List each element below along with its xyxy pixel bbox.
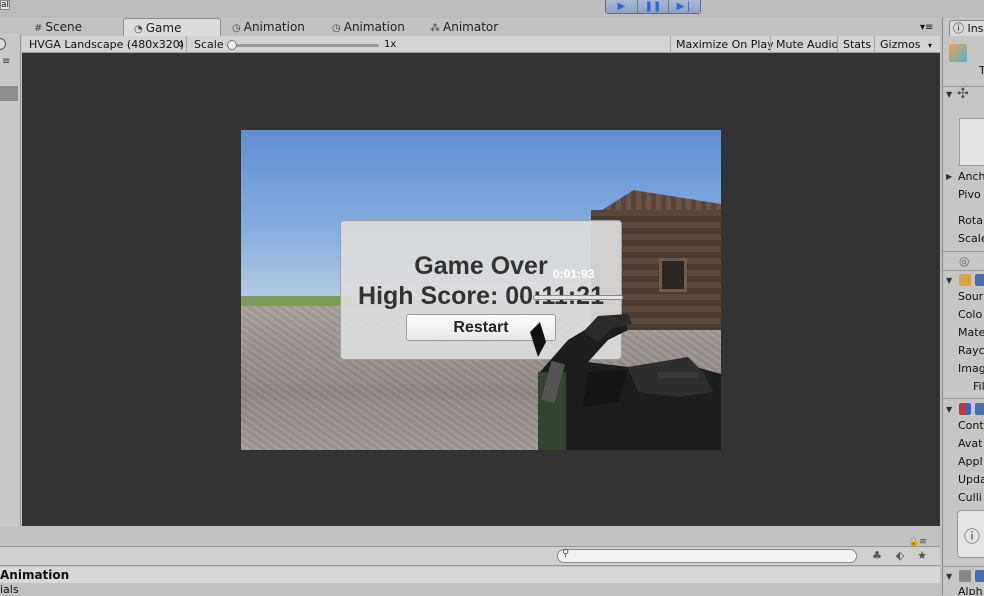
scale-value: 1x	[384, 39, 397, 50]
tab-menu-icon[interactable]: ▾≡	[920, 22, 933, 33]
image-type-label: Imag	[958, 362, 984, 375]
hierarchy-selected-row[interactable]	[0, 86, 18, 101]
image-component-icon	[959, 274, 971, 286]
filter-type-icon[interactable]: ♣	[868, 549, 886, 563]
tab-game[interactable]: ◔ Game	[123, 18, 221, 36]
aspect-dropdown[interactable]: HVGA Landscape (480x320) ⇕	[29, 36, 187, 53]
raycast-target-label: Rayc	[958, 344, 984, 357]
material-label: Mate	[958, 326, 984, 339]
inspector-panel: ⓘ Ins T ▼ ✣ ▶ Anch Pivo Rota Scale ◎ ▼ S…	[942, 18, 984, 595]
apply-root-motion-label: Appl	[958, 455, 983, 468]
machine-gun-model	[530, 314, 721, 450]
scale-slider-handle[interactable]	[227, 40, 237, 50]
enable-checkbox[interactable]	[975, 403, 984, 415]
object-name-field[interactable]: T	[979, 64, 984, 77]
label-icon[interactable]: ⬖	[891, 549, 909, 563]
animation-folder-title: Animation	[0, 567, 940, 583]
play-icon[interactable]: ▶	[606, 0, 638, 13]
gizmos-button[interactable]: Gizmos ▾	[874, 36, 937, 53]
tab-label: Animator	[443, 20, 499, 34]
folder-item[interactable]: ials	[0, 584, 19, 596]
search-input[interactable]	[557, 549, 857, 563]
source-image-label: Sour	[958, 290, 984, 303]
pause-icon[interactable]: ❚❚	[637, 0, 670, 13]
foldout-arrow-icon[interactable]: ▼	[946, 276, 952, 285]
stats-button[interactable]: Stats	[837, 36, 876, 53]
update-mode-label: Upda	[958, 473, 984, 486]
game-icon: ◔	[134, 24, 143, 35]
controller-label: Cont	[958, 419, 984, 432]
alpha-label: Alph	[958, 585, 983, 595]
foldout-arrow-icon[interactable]: ▼	[946, 405, 952, 414]
play-controls: ▶ ❚❚ ▶❘	[605, 0, 701, 14]
clock-icon: ◷	[232, 23, 241, 34]
tab-scene[interactable]: # Scene	[24, 18, 120, 36]
search-icon: ⚲	[562, 548, 570, 559]
scale-label: Scale	[194, 38, 224, 51]
mute-audio-button[interactable]: Mute Audio	[770, 36, 843, 53]
panel-menu-icon[interactable]: ≡	[2, 56, 10, 67]
hierarchy-panel-edge	[0, 34, 21, 526]
culling-mode-label: Culli	[958, 491, 982, 504]
favorite-star-icon[interactable]: ★	[913, 549, 931, 563]
rect-transform-icon: ✣	[957, 86, 969, 102]
layout-dropdown[interactable]: al	[0, 0, 10, 10]
tab-animation-2[interactable]: ◷ Animation	[322, 18, 422, 36]
rotation-label: Rota	[958, 214, 983, 227]
view-tabs: # Scene ◔ Game ◷ Animation ◷ Animation ⁂ Anim…	[22, 18, 940, 36]
animator-component-icon	[959, 403, 971, 415]
pivot-label: Pivo	[958, 188, 981, 201]
top-toolbar	[0, 0, 984, 18]
animator-icon: ⁂	[430, 23, 440, 34]
scale-slider[interactable]	[229, 44, 379, 47]
color-label: Colo	[958, 308, 983, 321]
scene-grid-icon: #	[34, 23, 43, 34]
enable-checkbox[interactable]	[975, 570, 984, 582]
aspect-label: HVGA Landscape (480x320)	[29, 38, 185, 51]
tab-label: Game	[145, 21, 182, 35]
avatar-label: Avat	[958, 437, 983, 450]
clock-icon: ◷	[332, 23, 341, 34]
anchor-presets-box[interactable]	[959, 118, 984, 166]
fill-center-label: Fil	[973, 380, 984, 393]
dropdown-arrows-icon: ⇕	[177, 40, 184, 49]
tab-animator[interactable]: ⁂ Animator	[420, 18, 520, 36]
enable-checkbox[interactable]	[975, 274, 984, 286]
step-icon[interactable]: ▶❘	[669, 0, 701, 13]
gizmos-label: Gizmos	[880, 38, 921, 51]
tab-label: Ins	[967, 22, 984, 35]
foldout-arrow-icon[interactable]: ▼	[946, 572, 952, 581]
foldout-arrow-icon[interactable]: ▶	[946, 172, 952, 181]
tab-animation[interactable]: ◷ Animation	[222, 18, 322, 36]
gameobject-cube-icon	[949, 44, 967, 62]
timer-text: 0:01:93	[553, 267, 595, 281]
house-window	[659, 258, 687, 292]
dropdown-arrow-icon: ▾	[928, 41, 933, 50]
canvas-renderer-icon: ◎	[959, 254, 970, 268]
canvas-group-icon	[959, 570, 971, 582]
warning-icon: ⓘ	[964, 527, 981, 546]
foldout-arrow-icon[interactable]: ▼	[946, 90, 952, 99]
tab-label: Scene	[45, 20, 82, 34]
tab-label: Animation	[243, 20, 305, 34]
game-view-toolbar: HVGA Landscape (480x320) ⇕ Scale 1x Maxi…	[22, 36, 940, 53]
scale-label: Scale	[958, 232, 984, 245]
tab-label: Animation	[343, 20, 405, 34]
info-box: ⓘ	[957, 510, 984, 558]
tab-inspector[interactable]: ⓘ Ins	[949, 20, 984, 36]
timer-bar	[533, 295, 623, 300]
maximize-on-play-button[interactable]: Maximize On Play	[670, 36, 779, 53]
anchors-label: Anch	[958, 170, 984, 183]
info-icon: ⓘ	[953, 22, 964, 35]
